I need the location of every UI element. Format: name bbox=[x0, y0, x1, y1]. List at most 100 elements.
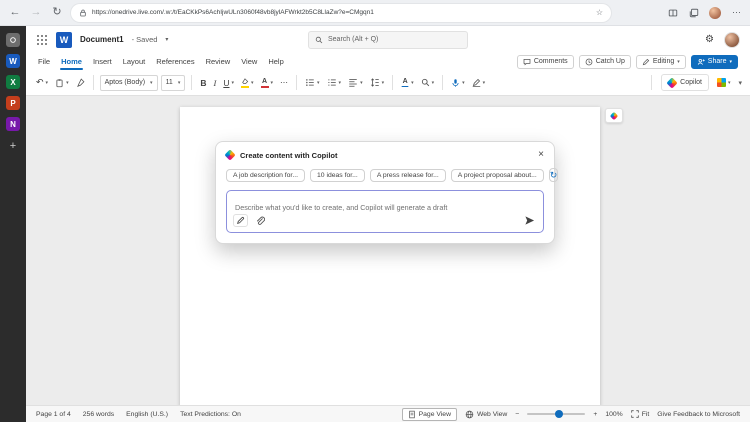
font-color-chevron-icon: ▾ bbox=[270, 79, 274, 86]
refresh-icon[interactable]: ↻ bbox=[50, 7, 64, 18]
zoom-level[interactable]: 100% bbox=[605, 411, 622, 418]
editing-chevron-down-icon: ▾ bbox=[677, 58, 680, 65]
account-avatar[interactable] bbox=[724, 31, 740, 48]
menu-file[interactable]: File bbox=[38, 57, 50, 66]
browser-menu-icon[interactable]: ⋯ bbox=[731, 7, 742, 18]
search-box[interactable]: Search (Alt + Q) bbox=[308, 30, 468, 49]
suggestion-chip[interactable]: A press release for... bbox=[369, 168, 446, 182]
format-painter-button[interactable] bbox=[74, 76, 87, 89]
font-color-button[interactable]: A ▾ bbox=[259, 76, 276, 90]
copilot-suggestion-chips: A job description for... 10 ideas for...… bbox=[226, 168, 559, 182]
fit-button[interactable]: Fit bbox=[630, 410, 649, 418]
paste-button[interactable]: ▾ bbox=[53, 76, 71, 90]
settings-gear-icon[interactable]: ⚙ bbox=[705, 34, 714, 45]
editor-icon bbox=[472, 78, 480, 87]
compose-pen-button[interactable] bbox=[233, 214, 248, 227]
highlight-button[interactable]: ▾ bbox=[239, 76, 256, 90]
line-spacing-button[interactable]: ▾ bbox=[368, 76, 387, 89]
address-bar[interactable]: https://onedrive.live.com/.w:/t/EaCKkPs6… bbox=[71, 3, 611, 22]
add-ins-button[interactable]: ▾ bbox=[715, 76, 733, 89]
status-right-group: Page View Web View − + 100% Fit Give Fee… bbox=[401, 407, 740, 421]
word-count[interactable]: 256 words bbox=[83, 411, 114, 418]
word-app: W Document1 - Saved ▾ Search (Alt + Q) ⚙… bbox=[26, 26, 750, 422]
comments-label: Comments bbox=[533, 58, 568, 65]
menu-home[interactable]: Home bbox=[60, 57, 83, 70]
favorite-star-icon[interactable]: ☆ bbox=[596, 8, 603, 17]
zoom-in-icon[interactable]: + bbox=[593, 411, 597, 418]
send-button[interactable] bbox=[524, 215, 535, 226]
editing-label: Editing bbox=[652, 58, 675, 65]
send-plane-icon bbox=[525, 216, 535, 225]
undo-button[interactable]: ↶ ▾ bbox=[34, 75, 50, 90]
styles-icon: A bbox=[401, 77, 409, 87]
copilot-close-icon[interactable]: × bbox=[538, 150, 544, 160]
underline-letter: U bbox=[223, 77, 230, 88]
browser-toolbar: ← → ↻ https://onedrive.live.com/.w:/t/Ea… bbox=[0, 0, 750, 26]
suggestion-chip[interactable]: A job description for... bbox=[226, 168, 305, 182]
styles-button[interactable]: A ▾ bbox=[399, 76, 416, 90]
sidebar-powerpoint-icon[interactable]: P bbox=[6, 96, 20, 110]
back-icon[interactable]: ← bbox=[8, 7, 22, 18]
title-chevron-down-icon[interactable]: ▾ bbox=[165, 36, 168, 43]
page-view-toggle[interactable]: Page View bbox=[401, 407, 457, 421]
word-logo-icon[interactable]: W bbox=[56, 31, 72, 48]
numbered-list-button[interactable]: ▾ bbox=[325, 76, 344, 89]
copilot-label: Copilot bbox=[680, 79, 702, 86]
header-right: ⚙ bbox=[705, 31, 740, 48]
search-icon bbox=[315, 36, 323, 43]
copilot-anchor-button[interactable] bbox=[605, 108, 623, 123]
ribbon-divider bbox=[651, 75, 653, 90]
editor-button[interactable]: ▾ bbox=[470, 76, 488, 89]
text-predictions-status[interactable]: Text Predictions: On bbox=[180, 411, 241, 418]
feedback-link[interactable]: Give Feedback to Microsoft bbox=[657, 411, 740, 418]
suggestion-chip[interactable]: 10 ideas for... bbox=[310, 168, 365, 182]
collections-icon[interactable] bbox=[688, 7, 699, 18]
sidebar-add-icon[interactable]: + bbox=[10, 140, 16, 152]
refresh-suggestions-button[interactable]: ↻ bbox=[548, 168, 559, 182]
sidebar-word-icon[interactable]: W bbox=[6, 54, 20, 68]
editing-mode-button[interactable]: Editing ▾ bbox=[635, 54, 686, 69]
alignment-button[interactable]: ▾ bbox=[346, 76, 365, 89]
zoom-out-icon[interactable]: − bbox=[515, 411, 519, 418]
sidebar-workspace-icon[interactable] bbox=[6, 33, 20, 47]
catch-up-button[interactable]: Catch Up bbox=[578, 54, 631, 69]
language-status[interactable]: English (U.S.) bbox=[126, 411, 168, 418]
font-name-select[interactable]: Aptos (Body) ▾ bbox=[99, 74, 158, 91]
menu-insert[interactable]: Insert bbox=[93, 57, 112, 66]
suggestion-chip[interactable]: A project proposal about... bbox=[450, 168, 544, 182]
attach-paperclip-icon[interactable] bbox=[255, 216, 265, 226]
split-screen-icon[interactable] bbox=[667, 7, 678, 18]
font-size-select[interactable]: 11 ▾ bbox=[160, 74, 186, 91]
menu-layout[interactable]: Layout bbox=[123, 57, 146, 66]
search-placeholder: Search (Alt + Q) bbox=[328, 36, 379, 43]
ribbon-divider bbox=[296, 75, 298, 90]
find-button[interactable]: ▾ bbox=[419, 76, 437, 89]
bullet-list-button[interactable]: ▾ bbox=[303, 76, 322, 89]
sidebar-onenote-icon[interactable]: N bbox=[6, 117, 20, 131]
zoom-slider[interactable] bbox=[527, 410, 586, 418]
forward-icon[interactable]: → bbox=[29, 7, 43, 18]
menu-help[interactable]: Help bbox=[268, 57, 283, 66]
sidebar-excel-icon[interactable]: X bbox=[6, 75, 20, 89]
web-view-toggle[interactable]: Web View bbox=[465, 410, 507, 419]
menu-review[interactable]: Review bbox=[206, 57, 231, 66]
copilot-dialog-icon bbox=[224, 149, 236, 161]
ribbon-collapse-chevron-icon[interactable]: ▾ bbox=[738, 79, 742, 87]
numbered-list-icon bbox=[327, 79, 336, 86]
document-title[interactable]: Document1 bbox=[80, 35, 124, 44]
copilot-prompt-input[interactable]: Describe what you'd like to create, and … bbox=[226, 190, 544, 233]
share-button[interactable]: Share ▾ bbox=[690, 54, 738, 69]
italic-button[interactable]: I bbox=[212, 76, 219, 90]
underline-button[interactable]: U ▾ bbox=[221, 76, 236, 90]
page-count[interactable]: Page 1 of 4 bbox=[36, 411, 71, 418]
browser-profile-avatar[interactable] bbox=[709, 6, 721, 19]
copilot-button[interactable]: Copilot bbox=[661, 74, 709, 91]
zoom-slider-knob[interactable] bbox=[554, 410, 563, 418]
more-formatting-button[interactable]: ⋯ bbox=[278, 76, 290, 89]
menu-view[interactable]: View bbox=[241, 57, 257, 66]
app-launcher-waffle-icon[interactable] bbox=[36, 34, 48, 46]
comments-button[interactable]: Comments bbox=[516, 54, 574, 69]
dictate-button[interactable]: ▾ bbox=[449, 76, 467, 90]
menu-references[interactable]: References bbox=[156, 57, 194, 66]
bold-button[interactable]: B bbox=[198, 76, 208, 90]
